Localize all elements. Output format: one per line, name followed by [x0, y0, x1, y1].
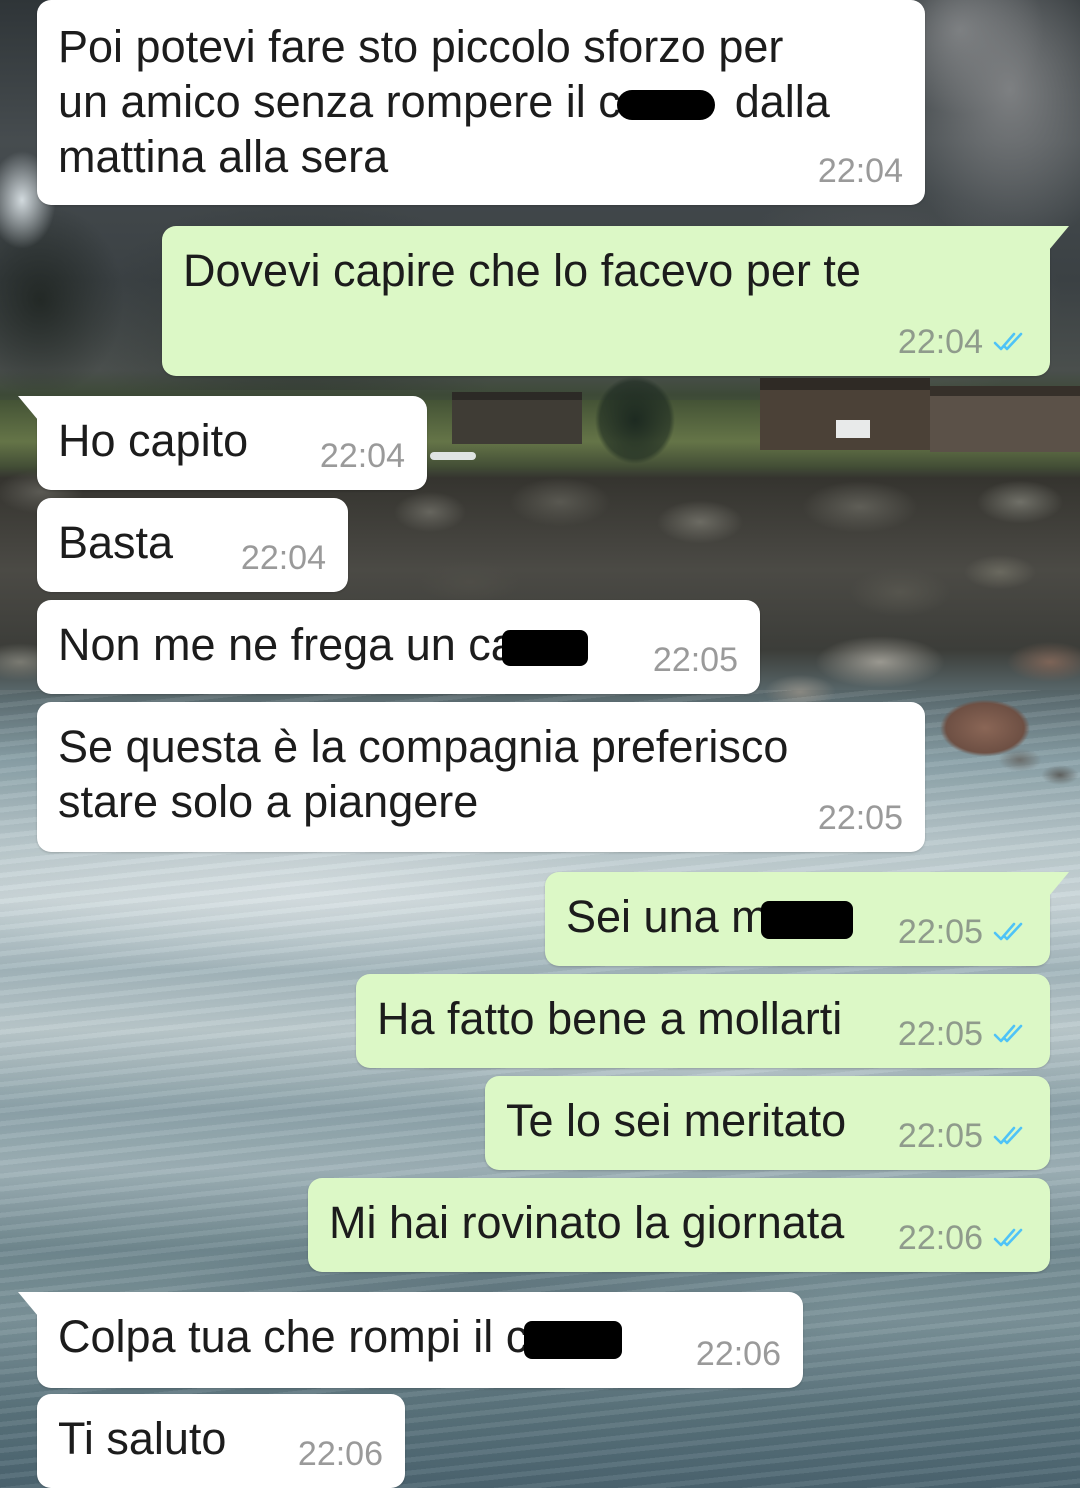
message-text: Poi potevi fare sto piccolo sforzo per u…	[58, 19, 830, 184]
message-text: Sei una m	[566, 889, 853, 944]
redaction-bar	[760, 901, 853, 940]
message-text-segment: Sei una m	[566, 891, 769, 942]
double-check-icon	[993, 1024, 1023, 1043]
message-bubble-outgoing[interactable]: Ha fatto bene a mollarti 22:05	[356, 974, 1050, 1068]
message-time: 22:05	[897, 1117, 983, 1155]
message-meta: 22:05	[818, 798, 903, 838]
message-line: Ha fatto bene a mollarti	[377, 993, 843, 1044]
message-text: Te lo sei meritato	[506, 1093, 846, 1148]
message-time: 22:06	[695, 1335, 781, 1373]
message-line: mattina alla sera	[58, 131, 389, 182]
message-meta: 22:05	[898, 1116, 1030, 1156]
message-line: Sei una m	[566, 889, 853, 944]
message-meta: 22:06	[298, 1434, 383, 1474]
double-check-icon	[993, 922, 1023, 941]
redaction-bar	[524, 1321, 623, 1360]
message-line: Se questa è la compagnia preferisco	[58, 721, 789, 772]
message-time: 22:04	[817, 152, 903, 190]
message-meta: 22:05	[898, 912, 1030, 952]
message-meta: 22:06	[696, 1334, 781, 1374]
message-line: Te lo sei meritato	[506, 1095, 847, 1146]
double-check-icon	[993, 1228, 1023, 1247]
message-bubble-incoming[interactable]: Poi potevi fare sto piccolo sforzo per u…	[37, 0, 925, 205]
message-bubble-outgoing[interactable]: Te lo sei meritato 22:05	[485, 1076, 1050, 1170]
message-text: Basta	[58, 515, 173, 570]
message-bubble-incoming[interactable]: Ti saluto 22:06	[37, 1394, 405, 1488]
message-time: 22:05	[897, 1015, 983, 1053]
message-time: 22:05	[817, 799, 903, 837]
message-bubble-outgoing[interactable]: Dovevi capire che lo facevo per te 22:04	[162, 226, 1069, 376]
double-check-icon	[993, 332, 1023, 351]
bubble-tail	[1049, 226, 1069, 250]
message-time: 22:05	[897, 913, 983, 951]
message-line: Mi hai rovinato la giornata	[329, 1197, 845, 1248]
message-line: Dovevi capire che lo facevo per te	[183, 245, 861, 296]
message-bubble-incoming[interactable]: Non me ne frega un ca 22:05	[37, 600, 760, 694]
message-text: Ti saluto	[58, 1411, 226, 1466]
message-line: Colpa tua che rompi il c	[58, 1309, 623, 1364]
message-text: Mi hai rovinato la giornata	[329, 1195, 844, 1250]
message-line: Non me ne frega un ca	[58, 617, 588, 672]
message-meta: 22:04	[818, 151, 903, 191]
message-meta: 22:05	[653, 640, 738, 680]
bubble-tail	[18, 396, 38, 420]
message-text: Colpa tua che rompi il c	[58, 1309, 623, 1364]
message-time: 22:04	[897, 323, 983, 361]
message-time: 22:06	[297, 1435, 383, 1473]
message-line: un amico senza rompere il c dalla	[58, 74, 830, 129]
message-meta: 22:05	[898, 1014, 1030, 1054]
message-line: stare solo a piangere	[58, 776, 479, 827]
message-meta: 22:04	[898, 322, 1030, 362]
message-bubble-outgoing[interactable]: Sei una m 22:05	[545, 872, 1069, 966]
message-meta: 22:04	[241, 538, 326, 578]
message-text: Non me ne frega un ca	[58, 617, 588, 672]
message-meta: 22:04	[320, 436, 405, 476]
message-bubble-incoming[interactable]: Ho capito 22:04	[18, 396, 427, 490]
double-check-icon	[993, 1126, 1023, 1145]
message-text: Se questa è la compagnia preferisco star…	[58, 719, 788, 829]
message-text: Dovevi capire che lo facevo per te	[183, 243, 861, 298]
bubble-tail	[1049, 872, 1069, 896]
message-text-segment: Non me ne frega un ca	[58, 619, 516, 670]
bubble-tail	[18, 1292, 38, 1316]
message-time: 22:04	[240, 539, 326, 577]
message-meta: 22:06	[898, 1218, 1030, 1258]
chat-conversation[interactable]: Poi potevi fare sto piccolo sforzo per u…	[0, 0, 1080, 1488]
message-text-segment: un amico senza rompere il c	[58, 76, 621, 127]
message-text-segment: Colpa tua che rompi il c	[58, 1311, 529, 1362]
message-time: 22:06	[897, 1219, 983, 1257]
redaction-bar	[616, 90, 715, 121]
message-text-segment: dalla	[734, 76, 830, 127]
message-bubble-incoming[interactable]: Se questa è la compagnia preferisco star…	[37, 702, 925, 852]
message-bubble-incoming[interactable]: Colpa tua che rompi il c 22:06	[18, 1292, 803, 1388]
message-bubble-outgoing[interactable]: Mi hai rovinato la giornata 22:06	[308, 1178, 1050, 1272]
message-text: Ho capito	[58, 413, 248, 468]
message-text: Ha fatto bene a mollarti	[377, 991, 842, 1046]
message-time: 22:05	[652, 641, 738, 679]
message-line: Poi potevi fare sto piccolo sforzo per	[58, 21, 784, 72]
message-line: Ti saluto	[58, 1413, 227, 1464]
message-line: Ho capito	[58, 415, 249, 466]
message-bubble-incoming[interactable]: Basta 22:04	[37, 498, 348, 592]
redaction-bar	[501, 630, 588, 667]
message-time: 22:04	[319, 437, 405, 475]
message-line: Basta	[58, 517, 174, 568]
